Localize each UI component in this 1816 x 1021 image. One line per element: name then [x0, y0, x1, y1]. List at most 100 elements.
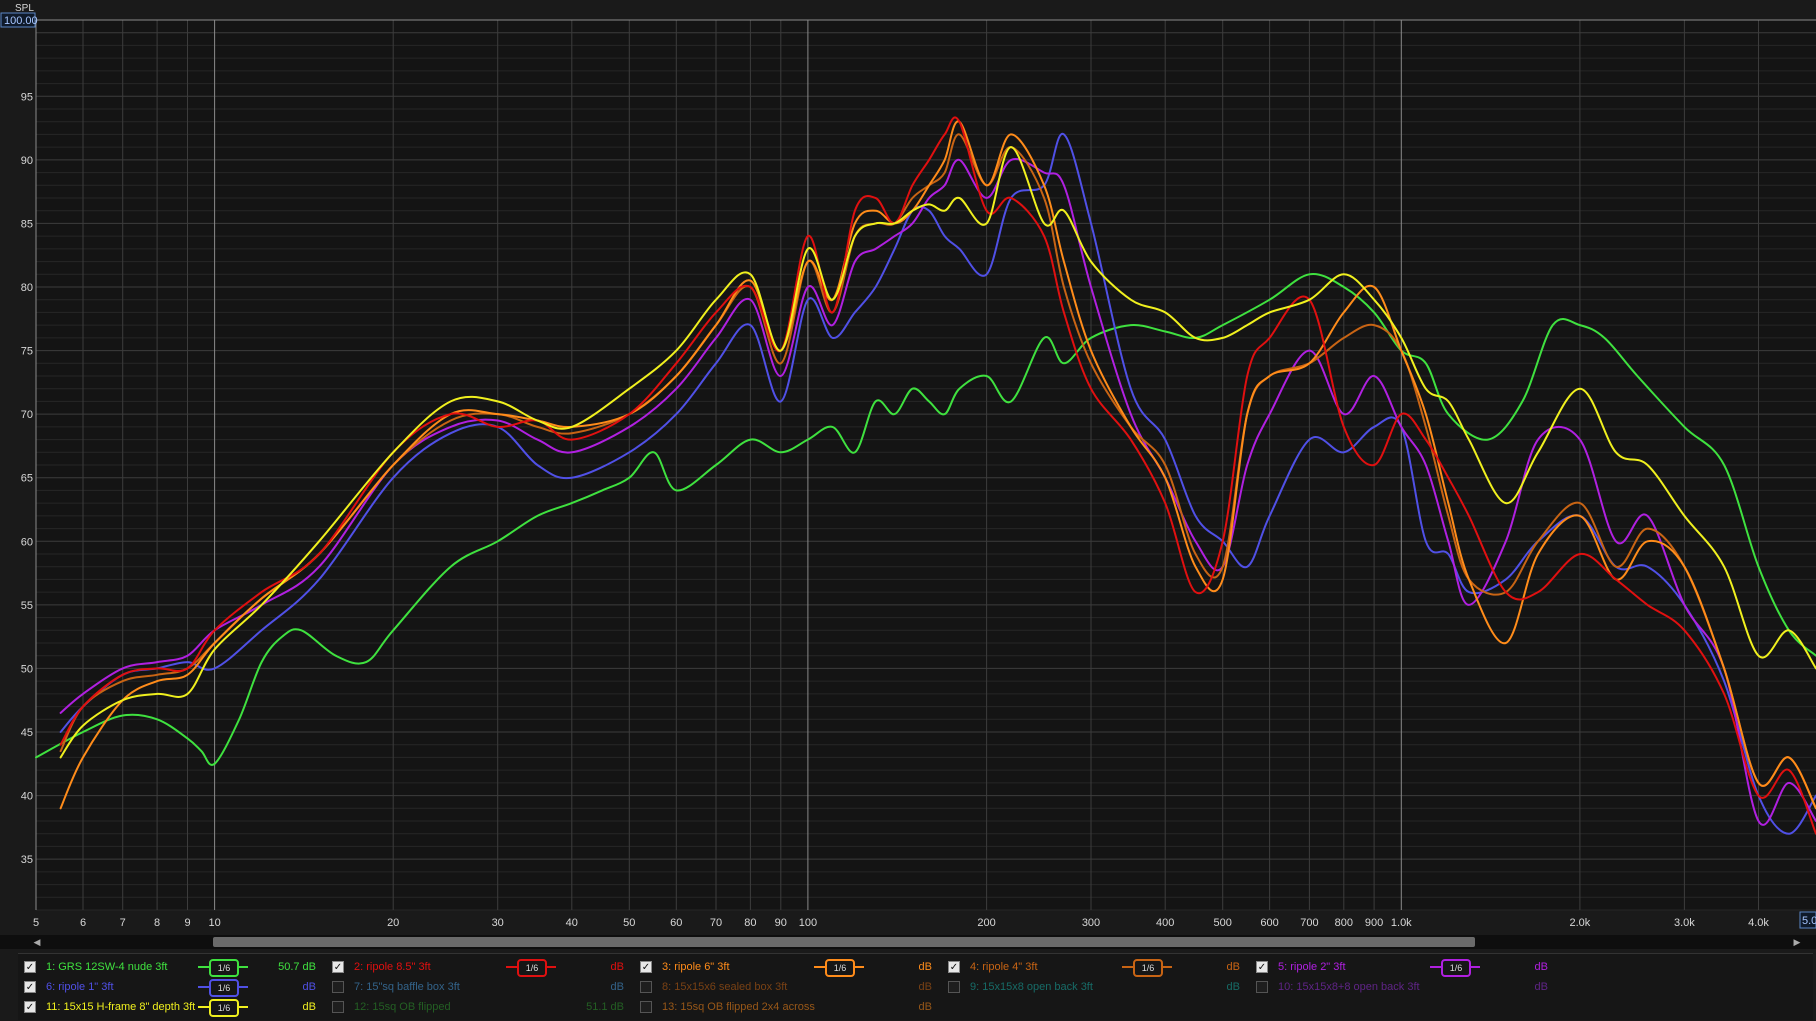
legend-name: 6: ripole 1" 3ft [46, 981, 114, 993]
frequency-response-plot[interactable]: 5 6 7 8 9 10 20 30 40 50 60 70 80 90 100 200 300 400 500 60… [0, 0, 1816, 935]
legend-value: dB [918, 961, 932, 973]
legend-checkbox[interactable] [332, 1001, 344, 1013]
legend-value: dB [1534, 961, 1548, 973]
y-tick-label: 40 [21, 791, 33, 803]
smoothing-button[interactable]: 1/6 [1430, 959, 1480, 977]
smoothing-label: 1/6 [1441, 959, 1471, 977]
x-tick-label: 1.0k [1391, 917, 1412, 929]
legend-item[interactable]: 8: 15x15x6 sealed box 3ft dB [634, 977, 934, 997]
x-tick-label: 900 [1365, 917, 1383, 929]
x-tick-label: 600 [1260, 917, 1278, 929]
y-range-value: 100.00 [4, 15, 38, 27]
legend-value: dB [302, 1001, 316, 1013]
x-tick-label: 6 [80, 917, 86, 929]
legend-value: 51.1 dB [586, 1001, 624, 1013]
legend-checkbox[interactable] [640, 981, 652, 993]
legend-checkbox[interactable] [1256, 981, 1268, 993]
y-tick-label: 50 [21, 663, 33, 675]
x-tick-label: 5 [33, 917, 39, 929]
legend-item[interactable]: ✓ 5: ripole 2" 3ft 1/6 dB [1250, 957, 1550, 977]
smoothing-button[interactable]: 1/6 [1122, 959, 1172, 977]
scroll-right-arrow-icon[interactable]: ▶ [1790, 935, 1804, 949]
y-tick-label: 95 [21, 91, 33, 103]
smoothing-label: 1/6 [825, 959, 855, 977]
legend-checkbox[interactable] [640, 1001, 652, 1013]
legend-name: 8: 15x15x6 sealed box 3ft [662, 981, 788, 993]
legend-checkbox[interactable]: ✓ [332, 961, 344, 973]
legend-item[interactable]: 7: 15"sq baffle box 3ft dB [326, 977, 626, 997]
x-tick-label: 70 [710, 917, 722, 929]
legend-value: dB [302, 981, 316, 993]
legend-checkbox[interactable]: ✓ [948, 961, 960, 973]
horizontal-scrollbar[interactable]: ◀ ▶ [0, 935, 1816, 949]
x-tick-label: 90 [775, 917, 787, 929]
legend-name: 9: 15x15x8 open back 3ft [970, 981, 1093, 993]
y-axis-label: SPL [15, 3, 34, 14]
legend-value: dB [1226, 981, 1240, 993]
legend-checkbox[interactable] [948, 981, 960, 993]
y-tick-label: 80 [21, 282, 33, 294]
legend-item[interactable]: ✓ 6: ripole 1" 3ft 1/6 dB [18, 977, 318, 997]
legend-value: dB [610, 981, 624, 993]
x-tick-label: 3.0k [1674, 917, 1695, 929]
legend-item[interactable]: 10: 15x15x8+8 open back 3ft dB [1250, 977, 1550, 997]
smoothing-button[interactable]: 1/6 [198, 999, 248, 1017]
x-tick-label: 500 [1214, 917, 1232, 929]
x-tick-labels: 5 6 7 8 9 10 20 30 40 50 60 70 80 90 100 200 300 400 500 60… [33, 917, 1769, 929]
legend-checkbox[interactable]: ✓ [24, 1001, 36, 1013]
legend-item[interactable]: ✓ 2: ripole 8.5" 3ft 1/6 dB [326, 957, 626, 977]
legend-item[interactable]: ✓ 4: ripole 4" 3ft 1/6 dB [942, 957, 1242, 977]
legend-checkbox[interactable]: ✓ [1256, 961, 1268, 973]
legend-name: 11: 15x15 H-frame 8" depth 3ft [46, 1001, 196, 1013]
legend-item[interactable]: 13: 15sq OB flipped 2x4 across dB [634, 997, 934, 1017]
y-tick-label: 90 [21, 155, 33, 167]
x-tick-label: 4.0k [1748, 917, 1769, 929]
x-tick-label: 50 [623, 917, 635, 929]
legend-name: 13: 15sq OB flipped 2x4 across [662, 1001, 815, 1013]
legend-value: dB [1226, 961, 1240, 973]
legend-checkbox[interactable] [332, 981, 344, 993]
scroll-thumb[interactable] [213, 937, 1475, 947]
y-tick-label: 85 [21, 218, 33, 230]
smoothing-button[interactable]: 1/6 [814, 959, 864, 977]
y-tick-labels: 35 40 45 50 55 60 65 70 75 80 85 90 95 [21, 91, 33, 866]
x-tick-label: 2.0k [1570, 917, 1591, 929]
x-tick-label: 40 [566, 917, 578, 929]
x-tick-label: 60 [670, 917, 682, 929]
legend-checkbox[interactable]: ✓ [640, 961, 652, 973]
legend-name: 10: 15x15x8+8 open back 3ft [1278, 981, 1420, 993]
smoothing-label: 1/6 [209, 999, 239, 1017]
legend-checkbox[interactable]: ✓ [24, 961, 36, 973]
legend-value: dB [918, 1001, 932, 1013]
y-tick-label: 55 [21, 600, 33, 612]
legend-name: 4: ripole 4" 3ft [970, 961, 1038, 973]
smoothing-button[interactable]: 1/6 [506, 959, 556, 977]
measurement-legend: ✓ 1: GRS 12SW-4 nude 3ft 1/6 50.7 dB ✓ 2: rip… [18, 953, 1813, 1020]
scroll-left-arrow-icon[interactable]: ◀ [30, 935, 44, 949]
y-tick-label: 65 [21, 473, 33, 485]
x-tick-label: 80 [744, 917, 756, 929]
legend-name: 3: ripole 6" 3ft [662, 961, 730, 973]
smoothing-label: 1/6 [209, 959, 239, 977]
legend-item[interactable]: ✓ 11: 15x15 H-frame 8" depth 3ft 1/6 dB [18, 997, 318, 1017]
x-tick-label: 9 [184, 917, 190, 929]
x-tick-label: 400 [1156, 917, 1174, 929]
x-range-value: 5.00 [1802, 915, 1816, 927]
legend-item[interactable]: ✓ 1: GRS 12SW-4 nude 3ft 1/6 50.7 dB [18, 957, 318, 977]
smoothing-button[interactable]: 1/6 [198, 959, 248, 977]
legend-value: dB [918, 981, 932, 993]
legend-name: 2: ripole 8.5" 3ft [354, 961, 431, 973]
legend-checkbox[interactable]: ✓ [24, 981, 36, 993]
x-tick-label: 7 [120, 917, 126, 929]
smoothing-button[interactable]: 1/6 [198, 979, 248, 997]
y-tick-label: 60 [21, 536, 33, 548]
legend-name: 12: 15sq OB flipped [354, 1001, 451, 1013]
legend-item[interactable]: ✓ 3: ripole 6" 3ft 1/6 dB [634, 957, 934, 977]
legend-item[interactable]: 9: 15x15x8 open back 3ft dB [942, 977, 1242, 997]
x-tick-label: 100 [799, 917, 817, 929]
y-tick-label: 45 [21, 727, 33, 739]
legend-item[interactable]: 12: 15sq OB flipped 51.1 dB [326, 997, 626, 1017]
smoothing-label: 1/6 [517, 959, 547, 977]
legend-name: 5: ripole 2" 3ft [1278, 961, 1346, 973]
legend-value: dB [610, 961, 624, 973]
